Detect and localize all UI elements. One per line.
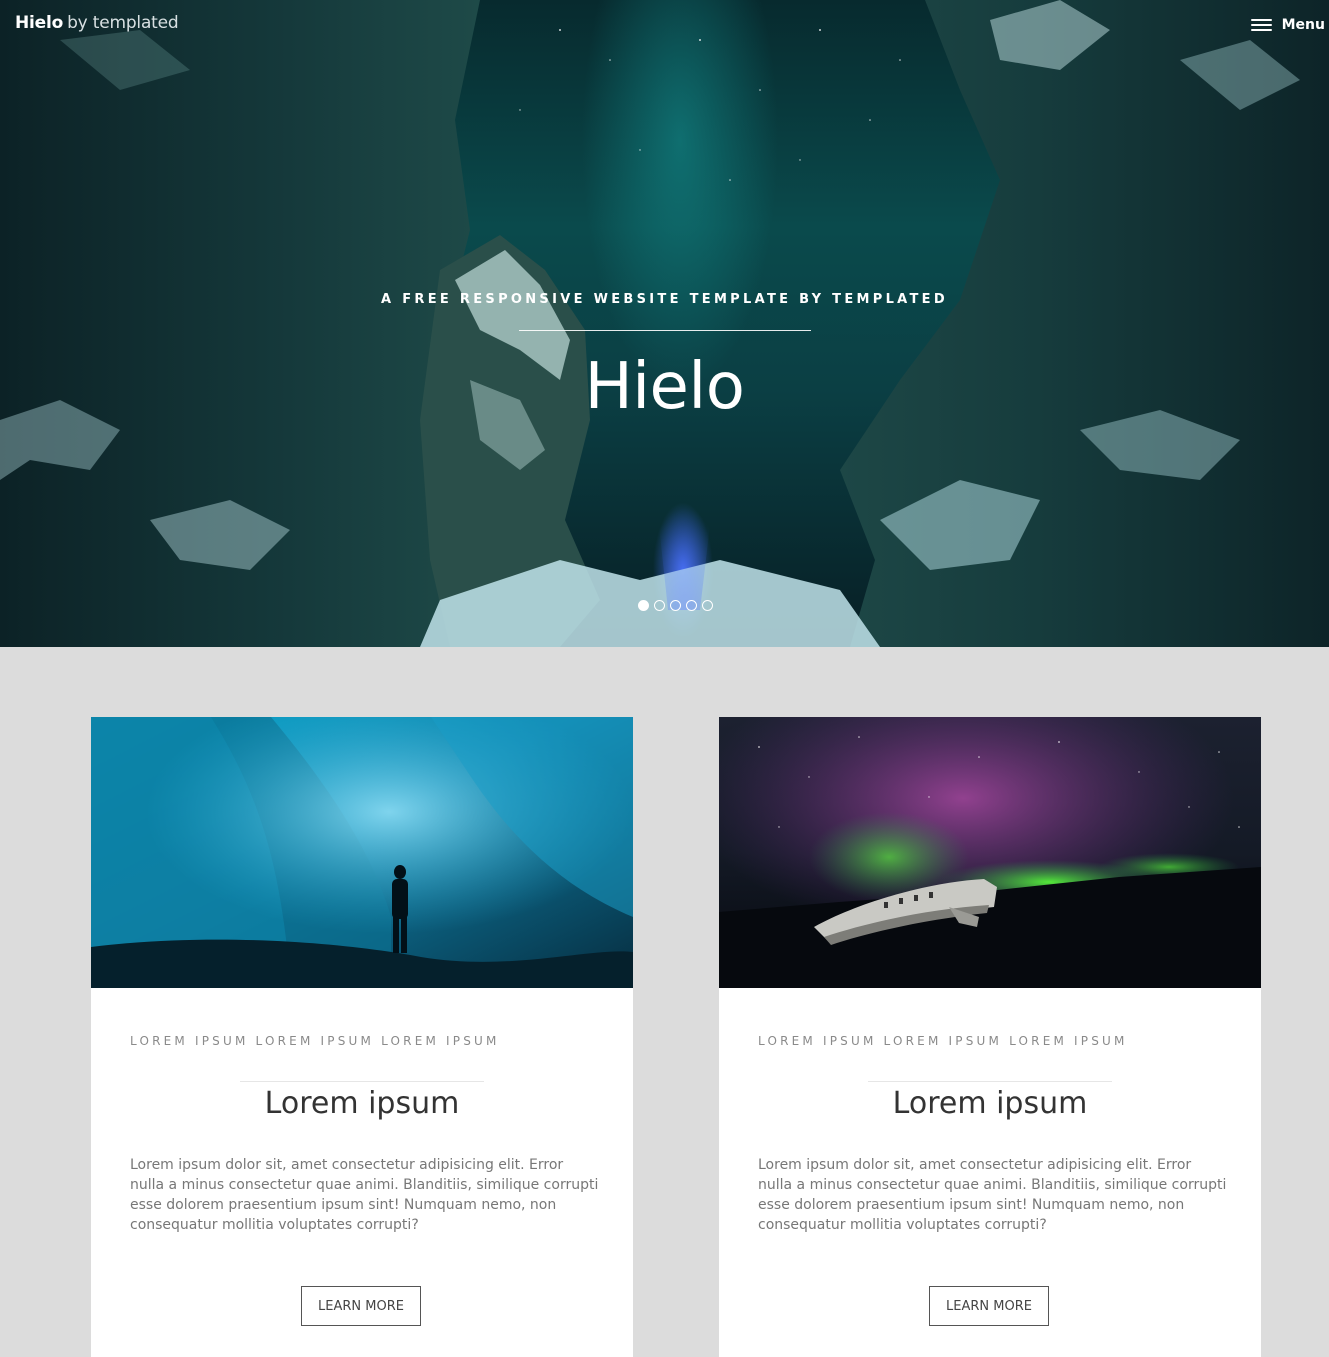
slide-dot-2[interactable] — [654, 600, 665, 611]
logo-brand: Hielo — [15, 13, 64, 33]
card-title: Lorem ipsum — [264, 1086, 460, 1121]
card-image-ice-cave — [91, 717, 633, 988]
card-divider — [868, 1081, 1112, 1082]
menu-label: Menu — [1281, 17, 1325, 33]
hero-content: A free responsive website template by Te… — [0, 0, 1329, 647]
card-eyebrow: Lorem ipsum lorem ipsum lorem ipsum — [758, 1034, 1128, 1048]
card-divider — [240, 1081, 484, 1082]
hero-divider — [519, 330, 811, 331]
hamburger-icon — [1250, 17, 1272, 33]
card-title: Lorem ipsum — [892, 1086, 1088, 1121]
card-image-aurora-plane — [719, 717, 1261, 988]
card-eyebrow: Lorem ipsum lorem ipsum lorem ipsum — [130, 1034, 500, 1048]
learn-more-button[interactable]: Learn More — [929, 1286, 1049, 1326]
site-header: Hielo by templated Menu — [0, 0, 1329, 50]
card-description: Lorem ipsum dolor sit, amet consectetur … — [130, 1157, 599, 1233]
slide-dot-3[interactable] — [670, 600, 681, 611]
card-ice-cave: Lorem ipsum lorem ipsum lorem ipsum Lore… — [91, 717, 633, 1357]
learn-more-button[interactable]: Learn More — [301, 1286, 421, 1326]
slide-dot-4[interactable] — [686, 600, 697, 611]
site-logo[interactable]: Hielo by templated — [15, 13, 179, 33]
card-description: Lorem ipsum dolor sit, amet consectetur … — [758, 1157, 1227, 1233]
slide-indicators — [638, 600, 713, 611]
card-aurora-plane: Lorem ipsum lorem ipsum lorem ipsum Lore… — [719, 717, 1261, 1357]
slide-dot-1[interactable] — [638, 600, 649, 611]
menu-button[interactable]: Menu — [1250, 14, 1325, 36]
logo-by-text: by templated — [67, 13, 179, 33]
hero-banner: A free responsive website template by Te… — [0, 0, 1329, 647]
hero-tagline: A free responsive website template by Te… — [381, 292, 948, 307]
hero-title: Hielo — [584, 350, 745, 424]
slide-dot-5[interactable] — [702, 600, 713, 611]
